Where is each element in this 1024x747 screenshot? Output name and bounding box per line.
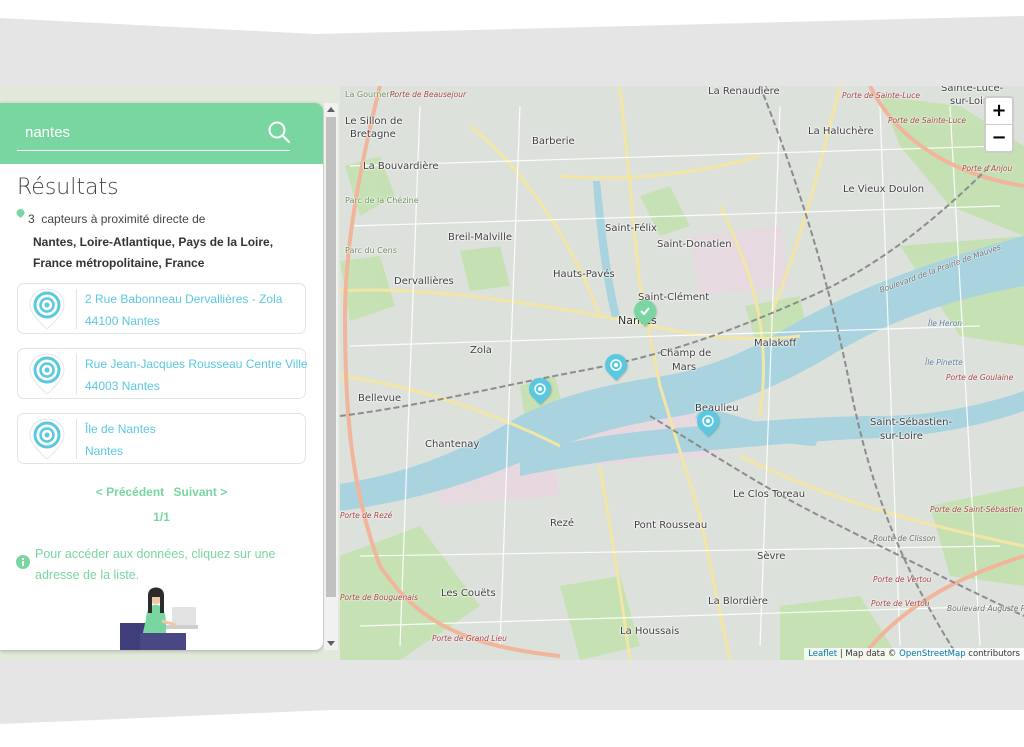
card-city: 44100 Nantes xyxy=(85,314,160,328)
results-count-suffix: capteurs à proximité directe de xyxy=(41,212,206,226)
search-icon[interactable] xyxy=(266,119,292,145)
results-place-line1: Nantes, Loire-Atlantique, Pays de la Loi… xyxy=(33,235,274,249)
place-label: Les Couëts xyxy=(441,588,496,599)
sensor-pin-icon xyxy=(29,353,65,395)
place-label: Malakoff xyxy=(754,338,797,349)
road-label: Route de Clisson xyxy=(873,534,936,543)
leaflet-link[interactable]: Leaflet xyxy=(808,649,837,659)
card-divider xyxy=(76,289,77,329)
place-label: La Houssais xyxy=(620,626,680,637)
info-icon xyxy=(16,555,30,569)
zoom-control: + − xyxy=(984,96,1014,153)
place-label: La Blordière xyxy=(708,596,768,607)
location-dot-icon xyxy=(16,209,25,218)
place-label: sur-Loire xyxy=(880,431,923,442)
info-line1: Pour accéder aux données, cliquez sur un… xyxy=(35,547,276,561)
place-label: La Gournerie xyxy=(345,90,397,99)
panel-scrollbar[interactable] xyxy=(324,103,338,650)
map-attribution: Leaflet | Map data © OpenStreetMap contr… xyxy=(804,648,1024,660)
results-title: Résultats xyxy=(17,175,119,200)
result-card[interactable]: Île de Nantes Nantes xyxy=(17,413,306,464)
scroll-up-arrow[interactable] xyxy=(327,107,335,112)
road-label: Porte de Saint-Sébastien xyxy=(930,505,1023,514)
road-label: Porte de Vertou xyxy=(871,599,930,608)
road-label: Porte de Rezé xyxy=(340,511,393,520)
osm-link[interactable]: OpenStreetMap xyxy=(899,649,965,659)
search-bar xyxy=(0,103,323,164)
place-label: Île Heron xyxy=(928,319,962,328)
place-label: Champ de xyxy=(660,348,712,359)
page-indicator: 1/1 xyxy=(153,510,170,524)
place-label: Breil-Malville xyxy=(448,232,513,243)
sensor-pin-icon xyxy=(29,418,65,460)
pagination: < Précédent Suivant > xyxy=(0,485,323,499)
road-label: Porte de Goulaine xyxy=(946,373,1014,382)
attribution-text: | Map data © xyxy=(837,649,900,659)
road-label: Porte de Grand Lieu xyxy=(432,634,507,643)
results-panel: Résultats 3 capteurs à proximité directe… xyxy=(0,103,323,650)
sensor-pin-icon xyxy=(29,288,65,330)
place-label: Le Vieux Doulon xyxy=(843,184,925,195)
place-label: Saint-Félix xyxy=(605,223,657,234)
place-label: Zola xyxy=(470,345,492,356)
zoom-in-button[interactable]: + xyxy=(986,98,1012,125)
results-place-line2: France métropolitaine, France xyxy=(33,256,205,270)
place-label: Pont Rousseau xyxy=(634,520,708,531)
place-label: Bellevue xyxy=(358,393,402,404)
place-label: Chantenay xyxy=(425,439,480,450)
place-label: Saint-Sébastien- xyxy=(870,417,953,428)
road-label: Porte de Vertou xyxy=(873,575,932,584)
results-place: Nantes, Loire-Atlantique, Pays de la Loi… xyxy=(33,232,303,274)
next-page-link[interactable]: Suivant > xyxy=(174,485,228,499)
place-label: Le Sillon de xyxy=(345,116,403,127)
background-band-top xyxy=(0,16,1024,86)
info-message: Pour accéder aux données, cliquez sur un… xyxy=(35,544,295,586)
road-label: Porte de Beausejour xyxy=(390,90,467,99)
place-label: Saint-Donatien xyxy=(657,239,732,250)
place-label: Île Pinette xyxy=(925,358,963,367)
scroll-down-arrow[interactable] xyxy=(327,641,335,646)
place-label: Parc du Cens xyxy=(345,246,397,255)
place-label: Hauts-Pavés xyxy=(553,269,615,280)
target-icon xyxy=(534,383,546,395)
place-label: Parc de la Chézine xyxy=(345,196,419,205)
place-label: La Bouvardière xyxy=(363,161,439,172)
target-icon xyxy=(610,359,622,371)
results-count-line: 3 capteurs à proximité directe de xyxy=(28,212,205,226)
place-label: La Renaudière xyxy=(708,86,780,97)
card-divider xyxy=(76,354,77,394)
results-count: 3 xyxy=(28,212,35,226)
card-divider xyxy=(76,419,77,459)
search-input[interactable] xyxy=(17,115,290,151)
place-label: Bretagne xyxy=(350,129,396,140)
previous-page-link[interactable]: < Précédent xyxy=(96,485,164,499)
place-label: Rezé xyxy=(550,518,575,529)
card-city: Nantes xyxy=(85,444,124,458)
road-label: Porte de Sainte-Luce xyxy=(888,116,967,125)
scrollbar-thumb[interactable] xyxy=(326,117,336,597)
card-address: Rue Jean-Jacques Rousseau Centre Ville xyxy=(85,357,308,371)
road-label: Porte de Sainte-Luce xyxy=(842,91,921,100)
card-address: Île de Nantes xyxy=(85,422,156,436)
background-band-bottom xyxy=(0,660,1024,724)
check-icon xyxy=(640,307,650,316)
attribution-suffix: contributors xyxy=(965,649,1020,659)
place-label: Dervallières xyxy=(394,276,454,287)
place-label: Sèvre xyxy=(757,551,786,562)
zoom-out-button[interactable]: − xyxy=(986,125,1012,151)
card-address: 2 Rue Babonneau Dervallières - Zola xyxy=(85,292,283,306)
woman-at-laptop-illustration xyxy=(120,587,198,650)
place-label: Mars xyxy=(672,362,697,373)
road-label: Porte de Bouguenais xyxy=(340,593,418,602)
road-label: Porte d'Anjou xyxy=(962,164,1013,173)
place-label: Sainte-Luce- xyxy=(941,86,1004,94)
place-label: Le Clos Toreau xyxy=(733,489,806,500)
place-label: La Haluchère xyxy=(808,126,874,137)
result-card[interactable]: Rue Jean-Jacques Rousseau Centre Ville 4… xyxy=(17,348,308,399)
result-card[interactable]: 2 Rue Babonneau Dervallières - Zola 4410… xyxy=(17,283,306,334)
road-label: Boulevard Auguste Pé xyxy=(947,604,1024,613)
place-label: Barberie xyxy=(532,136,575,147)
target-icon xyxy=(702,415,714,427)
card-city: 44003 Nantes xyxy=(85,379,160,393)
